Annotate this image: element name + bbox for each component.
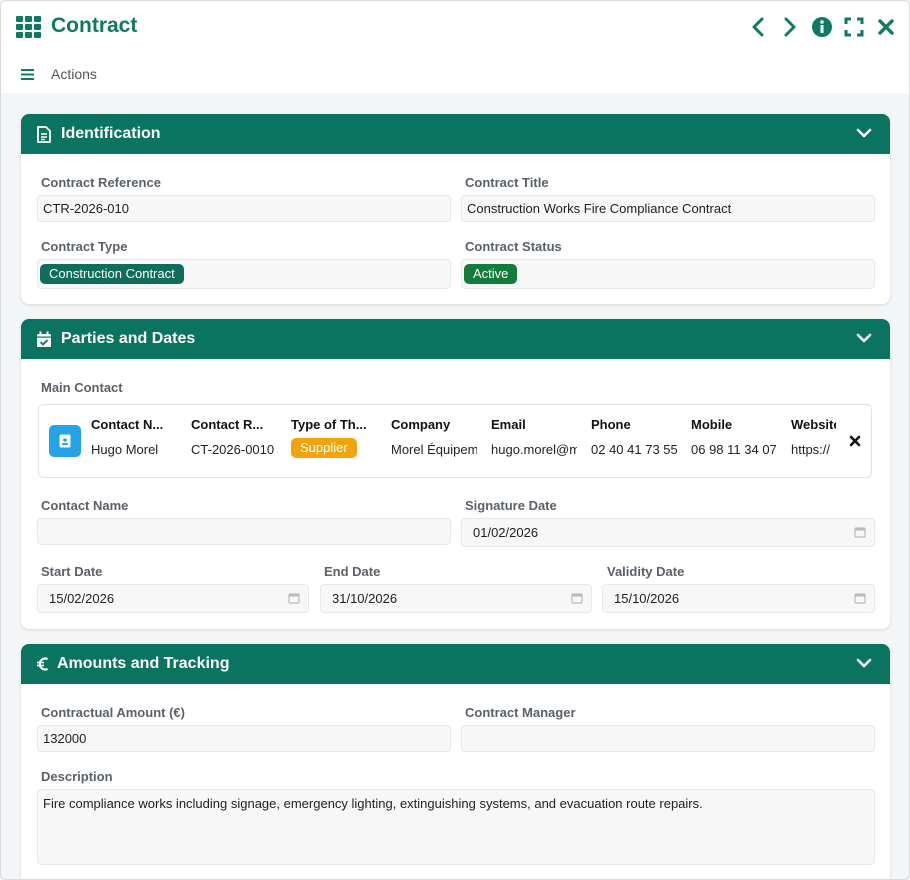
contact-col-type: Type of Th... Supplier xyxy=(291,417,377,458)
contact-col-header: Contact N... xyxy=(91,417,164,432)
calendar-icon[interactable] xyxy=(288,592,300,604)
contact-col-phone: Phone 02 40 41 73 55 xyxy=(591,417,677,457)
contact-col-header: Email xyxy=(491,417,526,432)
end-date-value: 31/10/2026 xyxy=(332,591,398,606)
grid-icon[interactable] xyxy=(16,16,41,38)
status-badge: Active xyxy=(464,264,518,284)
validity-date-field[interactable]: 15/10/2026 xyxy=(602,584,875,613)
contact-col-value: hugo.morel@morel.fr xyxy=(491,442,577,457)
contact-col-header: Contact R... xyxy=(191,417,264,432)
contract-status-field[interactable]: Active xyxy=(461,259,875,289)
amounts-title: Amounts and Tracking xyxy=(57,655,230,672)
contract-manager-field[interactable] xyxy=(461,725,875,752)
contract-type-tag: Construction Contract xyxy=(40,264,184,284)
contact-col-value: CT-2026-0010 xyxy=(191,442,275,457)
parties-header[interactable]: Parties and Dates xyxy=(21,319,890,359)
contract-status-label: Contract Status xyxy=(465,239,562,254)
contact-col-reference: Contact R... CT-2026-0010 xyxy=(191,417,277,457)
identification-section: Identification Contract Reference CTR-20… xyxy=(21,114,890,304)
contract-title-field[interactable]: Construction Works Fire Compliance Contr… xyxy=(461,195,875,222)
end-date-field[interactable]: 31/10/2026 xyxy=(320,584,592,613)
amount-field[interactable]: 132000 xyxy=(37,725,451,752)
contact-col-value: Hugo Morel xyxy=(91,442,159,457)
contract-manager-label: Contract Manager xyxy=(465,705,576,720)
main-contact-card[interactable]: Contact N... Hugo Morel Contact R... CT-… xyxy=(38,404,872,478)
description-textarea[interactable]: Fire compliance works including signage,… xyxy=(37,789,875,865)
validity-date-label: Validity Date xyxy=(607,564,685,579)
chevron-left-icon[interactable] xyxy=(747,15,769,39)
contact-col-value: Morel Équipements xyxy=(391,442,477,457)
contract-reference-label: Contract Reference xyxy=(41,175,161,190)
close-icon[interactable] xyxy=(875,15,897,39)
euro-icon xyxy=(35,655,49,673)
contact-col-website: Website https:// xyxy=(791,417,836,457)
contact-name-label: Contact Name xyxy=(41,498,129,513)
title-bar: Contract Actions xyxy=(1,1,909,93)
contact-col-mobile: Mobile 06 98 11 34 07 xyxy=(691,417,777,457)
remove-contact-icon[interactable] xyxy=(847,433,863,449)
validity-date-value: 15/10/2026 xyxy=(614,591,680,606)
contact-col-value: 06 98 11 34 07 xyxy=(691,442,777,457)
chevron-right-icon[interactable] xyxy=(779,15,801,39)
contact-col-name: Contact N... Hugo Morel xyxy=(91,417,177,457)
info-icon[interactable] xyxy=(811,15,833,39)
expand-icon[interactable] xyxy=(843,15,865,39)
contact-col-header: Mobile xyxy=(691,417,733,432)
amount-label: Contractual Amount (€) xyxy=(41,705,185,720)
contract-reference-field[interactable]: CTR-2026-010 xyxy=(37,195,451,222)
contact-name-field[interactable] xyxy=(37,518,451,545)
calendar-icon[interactable] xyxy=(571,592,583,604)
contact-col-header: Phone xyxy=(591,417,631,432)
contact-icon xyxy=(49,425,81,457)
contact-col-company: Company Morel Équipements xyxy=(391,417,477,457)
main-contact-label: Main Contact xyxy=(41,380,123,395)
actions-label[interactable]: Actions xyxy=(51,66,97,82)
document-icon xyxy=(35,125,53,143)
contact-col-value: Supplier xyxy=(291,438,377,458)
amounts-header[interactable]: Amounts and Tracking xyxy=(21,644,890,684)
contact-col-value: https:// xyxy=(791,442,831,457)
signature-date-label: Signature Date xyxy=(465,498,557,513)
calendar-icon[interactable] xyxy=(854,526,866,538)
chevron-down-icon[interactable] xyxy=(856,125,872,141)
contract-window: Contract Actions Identification Contract… xyxy=(0,0,910,880)
amounts-section: Amounts and Tracking Contractual Amount … xyxy=(21,644,890,879)
contact-col-header: Company xyxy=(391,417,451,432)
calendar-icon[interactable] xyxy=(854,592,866,604)
calendar-check-icon xyxy=(35,330,53,348)
identification-header[interactable]: Identification xyxy=(21,114,890,154)
start-date-field[interactable]: 15/02/2026 xyxy=(37,584,309,613)
window-title: Contract xyxy=(51,14,138,37)
hamburger-icon[interactable] xyxy=(21,68,34,80)
signature-date-value: 01/02/2026 xyxy=(473,525,539,540)
parties-section: Parties and Dates Main Contact Contact N… xyxy=(21,319,890,629)
actions-menu[interactable]: Actions xyxy=(21,66,97,82)
chevron-down-icon[interactable] xyxy=(856,655,872,671)
window-controls xyxy=(747,15,897,39)
start-date-label: Start Date xyxy=(41,564,103,579)
supplier-tag: Supplier xyxy=(291,438,357,458)
signature-date-field[interactable]: 01/02/2026 xyxy=(461,518,875,547)
contact-col-header: Website xyxy=(791,417,836,432)
parties-title: Parties and Dates xyxy=(61,330,196,347)
contract-title-label: Contract Title xyxy=(465,175,549,190)
contract-type-label: Contract Type xyxy=(41,239,128,254)
contact-col-header: Type of Th... xyxy=(291,417,367,432)
contact-col-value: 02 40 41 73 55 xyxy=(591,442,677,457)
chevron-down-icon[interactable] xyxy=(856,330,872,346)
contact-col-email: Email hugo.morel@morel.fr xyxy=(491,417,577,457)
contract-type-field[interactable]: Construction Contract xyxy=(37,259,451,289)
end-date-label: End Date xyxy=(324,564,381,579)
start-date-value: 15/02/2026 xyxy=(49,591,115,606)
description-label: Description xyxy=(41,769,113,784)
identification-title: Identification xyxy=(61,125,161,142)
